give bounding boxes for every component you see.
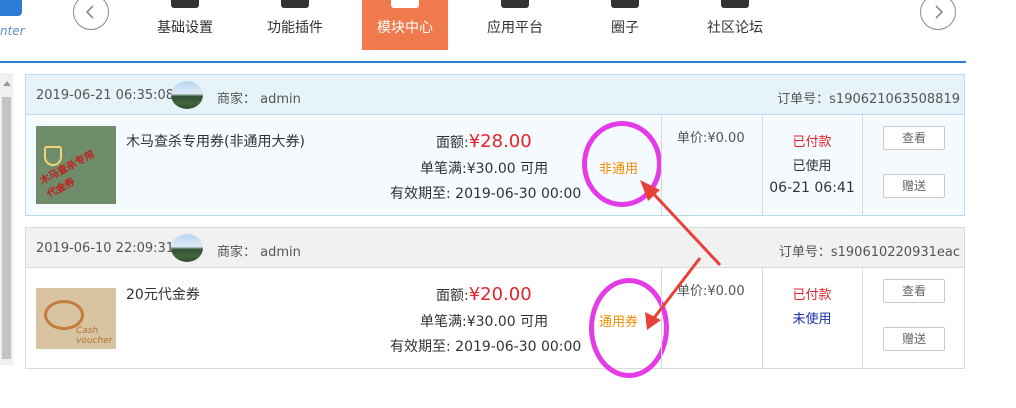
forum-icon <box>721 0 749 8</box>
column-divider <box>661 268 662 368</box>
nav-item-app-platform[interactable]: 应用平台 <box>472 0 558 50</box>
coupon-face-value: 面额:¥20.00 <box>436 284 532 305</box>
order-card: 2019-06-10 22:09:31 商家： admin 订单号：s19061… <box>25 227 965 378</box>
coupon-image[interactable]: 木马查杀专用代金券 <box>36 126 116 204</box>
brand-logo[interactable]: nter <box>0 0 30 50</box>
nav-item-label: 模块中心 <box>377 20 433 36</box>
merchant-avatar <box>171 81 203 109</box>
use-time: 06-21 06:41 <box>769 180 855 196</box>
view-button[interactable]: 查看 <box>883 126 945 150</box>
nav-item-plugins[interactable]: 功能插件 <box>252 0 338 50</box>
coupon-face-value: 面额:¥28.00 <box>436 131 532 152</box>
use-status: 未使用 <box>792 312 832 327</box>
module-icon <box>391 0 419 8</box>
scroll-up-arrow-icon[interactable] <box>3 81 11 86</box>
coupon-valid-until: 有效期至: 2019-06-30 00:00 <box>390 339 582 355</box>
nav-item-basic-settings[interactable]: 基础设置 <box>142 0 228 50</box>
order-time: 2019-06-10 22:09:31 <box>36 241 175 256</box>
order-number: 订单号：s190610220931eac <box>778 245 960 260</box>
nav-prev-button[interactable] <box>73 0 109 30</box>
column-divider <box>862 268 863 368</box>
chevron-left-icon <box>85 5 94 19</box>
nav-item-label: 社区论坛 <box>707 20 763 36</box>
face-label: 面额: <box>436 288 469 304</box>
chevron-right-icon <box>935 5 944 19</box>
nav-item-label: 功能插件 <box>267 20 323 36</box>
coupon-min-spend: 单笔满:¥30.00 可用 <box>420 161 549 177</box>
unit-price: 单价:¥0.00 <box>677 131 745 146</box>
face-label: 面额: <box>436 135 469 151</box>
pay-status: 已付款 <box>792 288 832 303</box>
nav-underline <box>0 61 966 63</box>
scrollbar-thumb[interactable] <box>2 97 11 359</box>
nav-item-forum[interactable]: 社区论坛 <box>692 0 778 50</box>
order-body: 木马查杀专用代金券 木马查杀专用券(非通用大券) 面额:¥28.00 单笔满:¥… <box>26 115 964 215</box>
column-divider <box>661 115 662 215</box>
order-number: 订单号：s190621063508819 <box>777 92 960 107</box>
order-time: 2019-06-21 06:35:08 <box>36 88 175 103</box>
use-status: 已使用 <box>792 159 832 174</box>
coupon-image[interactable]: Cash voucher <box>36 288 116 349</box>
plugin-icon <box>281 0 309 8</box>
face-amount: ¥20.00 <box>468 284 532 305</box>
merchant-avatar <box>171 234 203 262</box>
app-icon <box>501 0 529 8</box>
unit-price: 单价:¥0.00 <box>677 284 745 299</box>
pay-status: 已付款 <box>792 135 832 150</box>
nav-item-module-center[interactable]: 模块中心 <box>362 0 448 50</box>
annotation-circle <box>589 278 669 378</box>
windows-icon <box>171 0 199 8</box>
nav-item-label: 圈子 <box>611 20 639 36</box>
column-divider <box>762 115 763 215</box>
nav-item-label: 基础设置 <box>157 20 213 36</box>
column-divider <box>862 115 863 215</box>
nav-item-circle[interactable]: 圈子 <box>582 0 668 50</box>
top-nav: nter 基础设置 功能插件 模块中心 应用平台 圈子 社区论坛 <box>0 0 1016 63</box>
coupon-valid-until: 有效期至: 2019-06-30 00:00 <box>390 186 582 202</box>
logo-mark <box>0 0 22 16</box>
coupon-name[interactable]: 20元代金券 <box>126 284 200 304</box>
nav-item-label: 应用平台 <box>487 20 543 36</box>
merchant-name: 商家： admin <box>217 92 301 107</box>
order-header: 2019-06-21 06:35:08 商家： admin 订单号：s19062… <box>26 75 964 115</box>
face-amount: ¥28.00 <box>468 131 532 152</box>
twitter-icon <box>611 0 639 8</box>
page: nter 基础设置 功能插件 模块中心 应用平台 圈子 社区论坛 2019-06… <box>0 0 1016 408</box>
merchant-name: 商家： admin <box>217 245 301 260</box>
order-card: 2019-06-21 06:35:08 商家： admin 订单号：s19062… <box>25 74 965 216</box>
coupon-min-spend: 单笔满:¥30.00 可用 <box>420 314 549 330</box>
gift-button[interactable]: 赠送 <box>883 327 945 351</box>
column-divider <box>762 268 763 368</box>
coupon-image-text: Cash voucher <box>76 326 113 346</box>
annotation-circle <box>582 121 662 207</box>
brand-text: nter <box>0 24 25 38</box>
nav-next-button[interactable] <box>920 0 956 30</box>
view-button[interactable]: 查看 <box>883 279 945 303</box>
gift-button[interactable]: 赠送 <box>883 174 945 198</box>
order-body: Cash voucher 20元代金券 面额:¥20.00 单笔满:¥30.00… <box>26 268 964 378</box>
vertical-scrollbar[interactable] <box>0 73 13 365</box>
order-header: 2019-06-10 22:09:31 商家： admin 订单号：s19061… <box>26 228 964 268</box>
coupon-name[interactable]: 木马查杀专用券(非通用大券) <box>126 131 305 151</box>
